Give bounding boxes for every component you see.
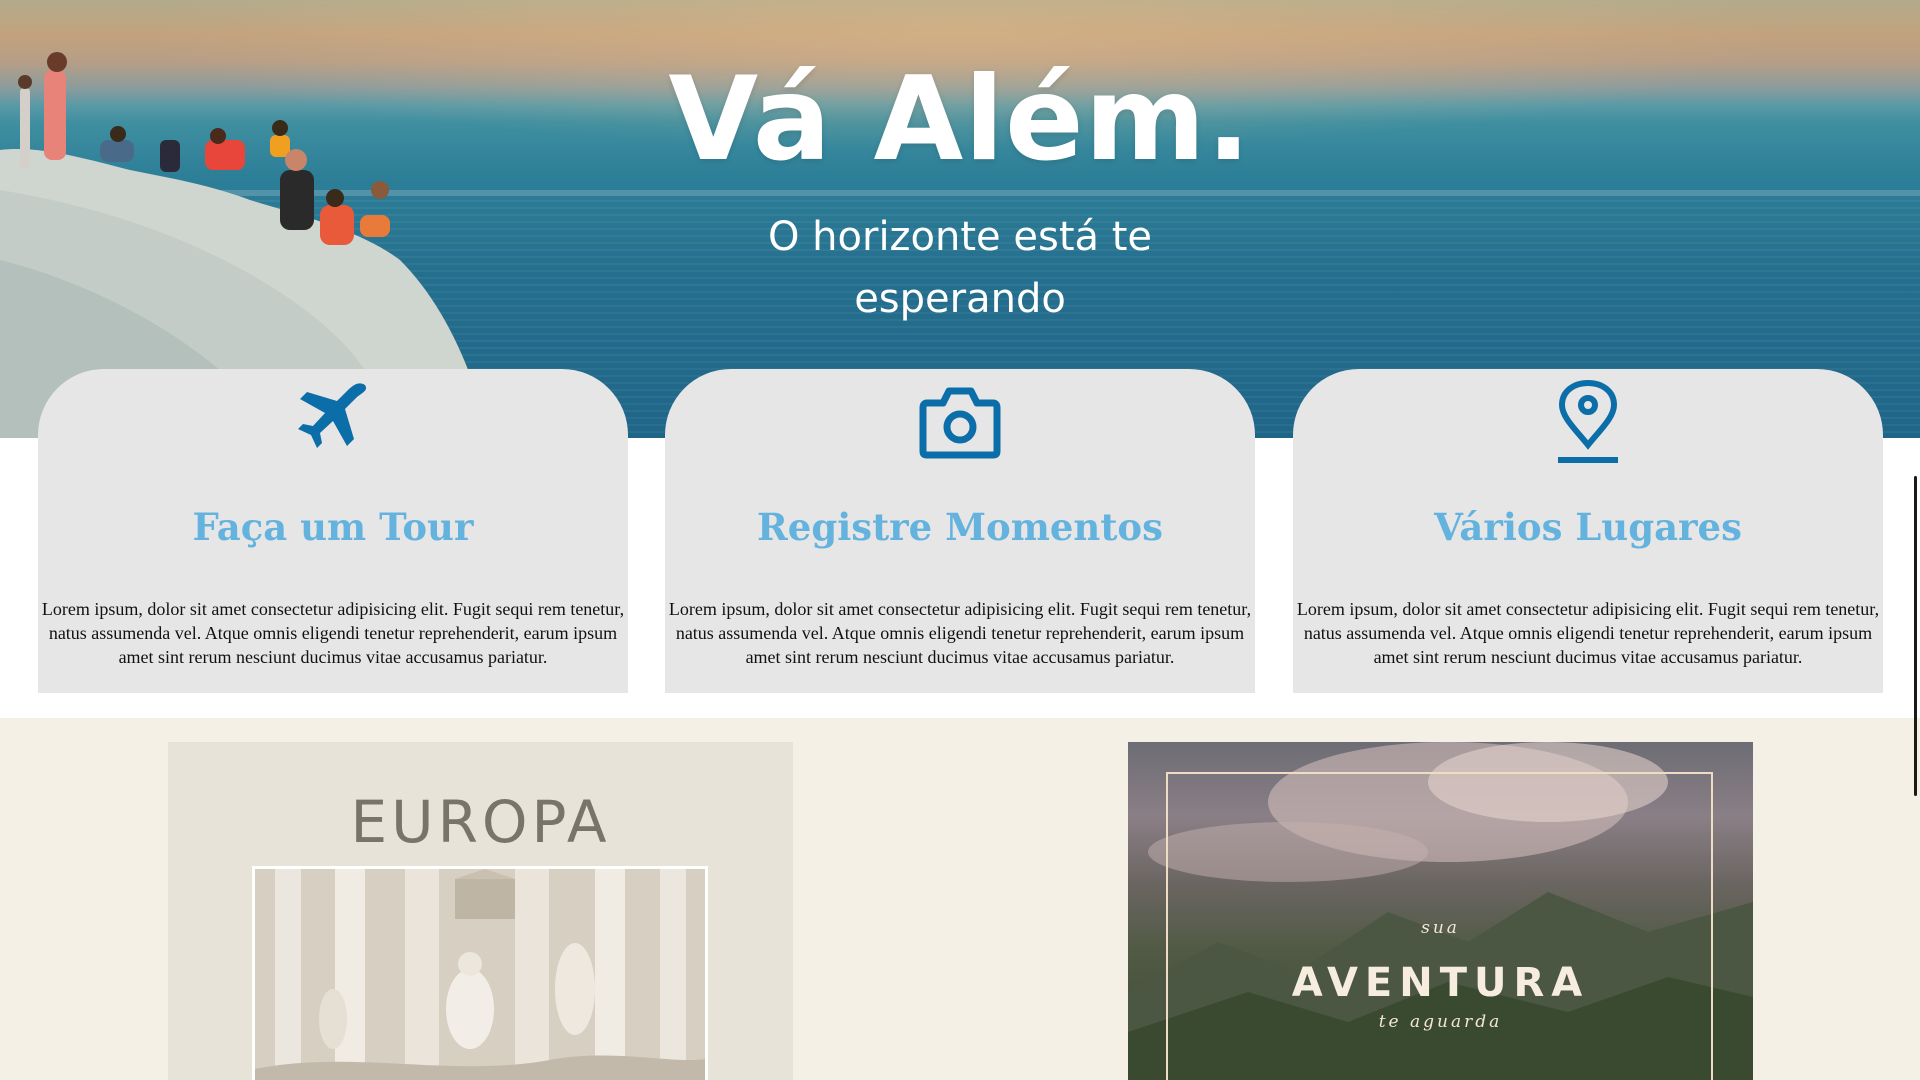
trevi-fountain-image: [255, 869, 705, 1080]
hero-title: Vá Além.: [668, 52, 1252, 187]
map-pin-icon: [1558, 379, 1618, 463]
airplane-icon: [298, 383, 367, 448]
card-title: Registre Momentos: [757, 505, 1163, 549]
aventura-bottom-text: te aguarda: [1378, 1012, 1503, 1032]
scrollbar-thumb[interactable]: [1914, 476, 1917, 796]
europa-title: EUROPA: [350, 788, 611, 856]
feature-card-moments: Registre Momentos Lorem ipsum, dolor sit…: [665, 369, 1255, 693]
card-text: Lorem ipsum, dolor sit amet consectetur …: [668, 599, 1252, 667]
aventura-poster[interactable]: sua AVENTURA te aguarda: [1128, 742, 1753, 1080]
page-scrollbar[interactable]: [1910, 0, 1920, 1080]
feature-card-places: Vários Lugares Lorem ipsum, dolor sit am…: [1293, 369, 1883, 693]
hero-subtitle: O horizonte está te esperando: [767, 214, 1153, 322]
aventura-title: AVENTURA: [1291, 960, 1590, 1006]
destinations-section: EUROPA sua AVENTURA te aguarda: [0, 718, 1920, 1080]
card-title: Faça um Tour: [192, 505, 474, 549]
europa-poster[interactable]: EUROPA: [168, 742, 793, 1080]
card-text: Lorem ipsum, dolor sit amet consectetur …: [41, 599, 625, 667]
feature-card-tour: Faça um Tour Lorem ipsum, dolor sit amet…: [38, 369, 628, 693]
aventura-top-text: sua: [1421, 918, 1460, 938]
camera-icon: [919, 387, 1001, 459]
features-section: Faça um Tour Lorem ipsum, dolor sit amet…: [0, 369, 1920, 719]
card-text: Lorem ipsum, dolor sit amet consectetur …: [1296, 599, 1880, 667]
fountain-photo: [252, 866, 708, 1080]
card-title: Vários Lugares: [1434, 505, 1742, 549]
